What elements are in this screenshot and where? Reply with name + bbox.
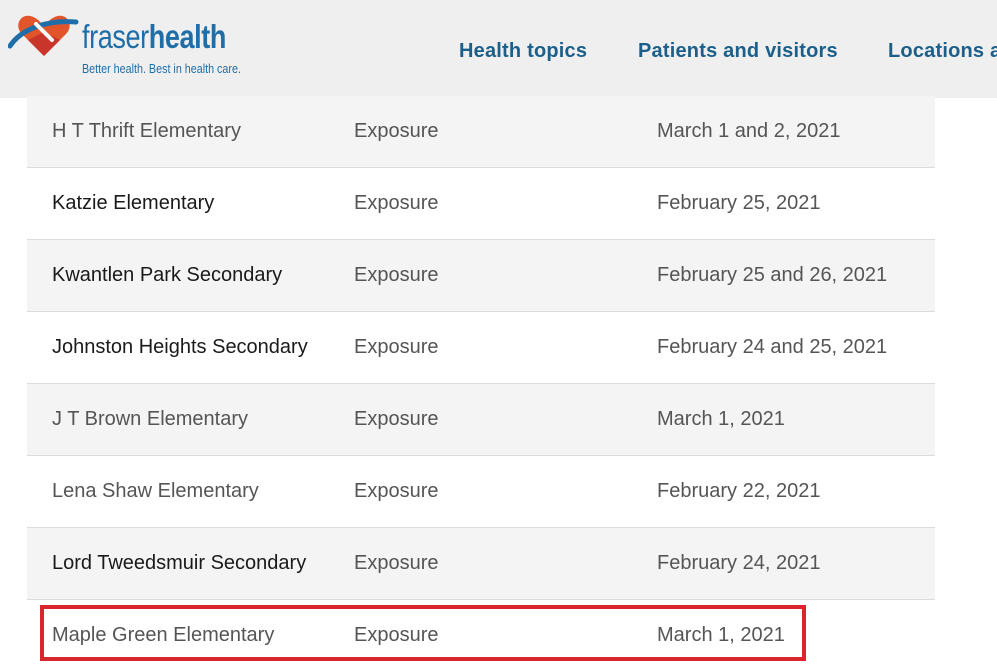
nav-locations[interactable]: Locations a xyxy=(888,40,997,63)
table-row: H T Thrift Elementary Exposure March 1 a… xyxy=(27,96,935,168)
school-name[interactable]: Johnston Heights Secondary xyxy=(52,312,308,383)
table-row: Kwantlen Park Secondary Exposure Februar… xyxy=(27,240,935,312)
school-name[interactable]: Lord Tweedsmuir Secondary xyxy=(52,528,306,599)
school-exposures-table: H T Thrift Elementary Exposure March 1 a… xyxy=(27,96,935,666)
main-nav: Health topics Patients and visitors Loca… xyxy=(0,40,997,64)
highlight-box xyxy=(40,605,806,661)
school-name[interactable]: Katzie Elementary xyxy=(52,168,214,239)
logo-tagline: Better health. Best in health care. xyxy=(82,62,241,76)
exposure-dates: March 1, 2021 xyxy=(657,408,785,430)
exposure-type: Exposure xyxy=(354,192,439,214)
nav-patients-and-visitors[interactable]: Patients and visitors xyxy=(638,40,838,63)
exposure-dates: February 22, 2021 xyxy=(657,480,821,502)
table-row: Katzie Elementary Exposure February 25, … xyxy=(27,168,935,240)
school-name[interactable]: Lena Shaw Elementary xyxy=(52,456,259,527)
exposure-type: Exposure xyxy=(354,480,439,502)
exposure-type: Exposure xyxy=(354,408,439,430)
school-name[interactable]: H T Thrift Elementary xyxy=(52,96,241,167)
table-row: Lord Tweedsmuir Secondary Exposure Febru… xyxy=(27,528,935,600)
exposure-dates: February 24, 2021 xyxy=(657,552,821,574)
exposure-dates: March 1 and 2, 2021 xyxy=(657,120,841,142)
exposure-type: Exposure xyxy=(354,264,439,286)
table-row: J T Brown Elementary Exposure March 1, 2… xyxy=(27,384,935,456)
site-header: fraserhealth Better health. Best in heal… xyxy=(0,0,997,98)
school-name[interactable]: J T Brown Elementary xyxy=(52,384,248,455)
table-row: Johnston Heights Secondary Exposure Febr… xyxy=(27,312,935,384)
exposure-dates: February 24 and 25, 2021 xyxy=(657,336,888,358)
exposure-dates: February 25 and 26, 2021 xyxy=(657,264,888,286)
table-row: Lena Shaw Elementary Exposure February 2… xyxy=(27,456,935,528)
exposure-type: Exposure xyxy=(354,336,439,358)
exposure-type: Exposure xyxy=(354,120,439,142)
school-name[interactable]: Kwantlen Park Secondary xyxy=(52,240,282,311)
exposure-type: Exposure xyxy=(354,552,439,574)
nav-health-topics[interactable]: Health topics xyxy=(459,40,587,63)
exposure-dates: February 25, 2021 xyxy=(657,192,821,214)
